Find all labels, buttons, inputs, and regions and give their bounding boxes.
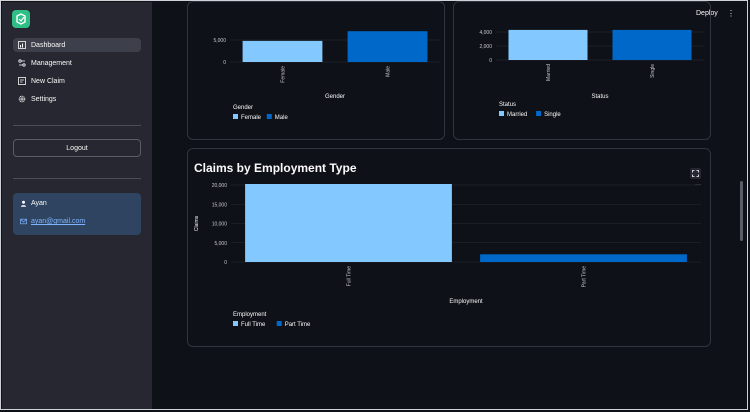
legend-swatch — [233, 321, 238, 326]
y-tick-label: 5,000 — [214, 241, 227, 247]
x-tick-label: Part Time — [582, 266, 588, 288]
y-tick-label: 20,000 — [212, 183, 228, 189]
legend-swatch — [276, 321, 282, 326]
employment-chart: 20,000 15,000 10,000 5,000 0 Full Time Part Ti… — [194, 183, 701, 328]
bar-part-time — [480, 254, 687, 262]
legend-label: Part Time — [285, 322, 311, 328]
app-window: Dashboard Management New Claim Settings … — [0, 0, 748, 410]
x-axis-title: Employment — [449, 299, 483, 305]
y-tick-label: 10,000 — [212, 222, 228, 228]
y-axis-title: Claims — [194, 215, 200, 231]
legend-title: Employment — [233, 312, 267, 318]
scrollbar[interactable] — [740, 181, 743, 241]
x-tick-label: Full Time — [347, 266, 353, 287]
bar-full-time — [245, 184, 452, 262]
y-tick-label: 15,000 — [212, 202, 228, 208]
legend-label: Full Time — [241, 322, 266, 328]
y-tick-label: 0 — [224, 260, 227, 266]
